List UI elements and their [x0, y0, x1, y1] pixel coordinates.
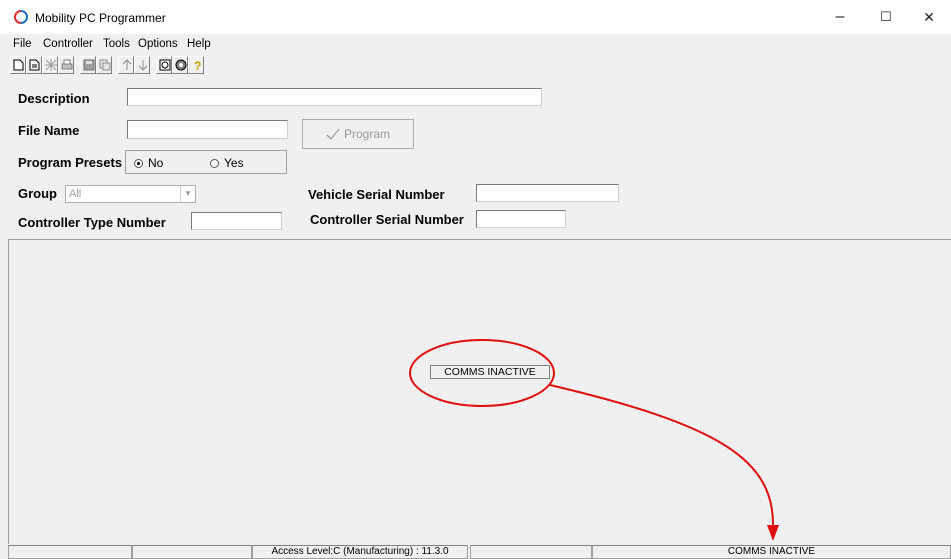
menu-file[interactable]: File [13, 38, 32, 50]
status-comms: COMMS INACTIVE [592, 545, 951, 559]
vehicle-serial-label: Vehicle Serial Number [308, 187, 445, 202]
help-button[interactable]: ? [188, 56, 204, 74]
main-panel [8, 239, 951, 544]
close-button[interactable]: ✕ [907, 0, 951, 34]
controller-type-input[interactable] [191, 212, 282, 230]
window-title: Mobility PC Programmer [35, 11, 166, 25]
status-cell-2 [132, 545, 252, 559]
description-label: Description [18, 91, 90, 106]
save-button[interactable] [80, 56, 96, 74]
title-bar: Mobility PC Programmer – ☐ ✕ [0, 0, 951, 34]
presets-yes-radio[interactable]: Yes [210, 156, 244, 170]
group-label: Group [18, 186, 57, 201]
app-logo-icon [14, 10, 28, 24]
filename-label: File Name [18, 123, 80, 138]
presets-group: No Yes [125, 150, 287, 174]
open-file-icon [29, 59, 40, 71]
erase-icon [45, 59, 57, 71]
menu-tools[interactable]: Tools [103, 38, 130, 50]
filename-input[interactable] [127, 120, 288, 139]
controller-serial-input[interactable] [476, 210, 566, 228]
controller-serial-label: Controller Serial Number [310, 212, 464, 227]
new-file-button[interactable] [10, 56, 26, 74]
program-button-label: Program [343, 127, 390, 141]
radio-unselected-icon [210, 158, 219, 168]
print-button[interactable] [58, 56, 74, 74]
comms-status-indicator: COMMS INACTIVE [430, 365, 550, 379]
settings-icon [159, 59, 171, 71]
menu-options[interactable]: Options [138, 38, 178, 50]
program-button[interactable]: Program [302, 119, 414, 149]
status-access-level: Access Level:C (Manufacturing) : 11.3.0 [252, 545, 468, 559]
erase-button[interactable] [42, 56, 58, 74]
download-icon [138, 60, 148, 71]
minimize-icon: – [835, 8, 845, 25]
group-select[interactable]: All ▼ [65, 185, 196, 203]
minimize-button[interactable]: – [818, 0, 862, 34]
download-button[interactable] [134, 56, 150, 74]
upload-icon [122, 59, 132, 70]
help-icon: ? [191, 59, 203, 71]
controller-type-label: Controller Type Number [18, 215, 166, 230]
new-file-icon [13, 59, 24, 71]
maximize-icon: ☐ [880, 9, 892, 24]
open-file-button[interactable] [26, 56, 42, 74]
checkmark-icon [326, 128, 340, 140]
description-input[interactable] [127, 88, 542, 106]
menu-help[interactable]: Help [187, 38, 211, 50]
upload-button[interactable] [118, 56, 134, 74]
presets-label: Program Presets [18, 155, 123, 170]
svg-text:?: ? [194, 59, 201, 71]
radio-selected-icon [134, 158, 143, 168]
chevron-down-icon: ▼ [180, 186, 195, 202]
status-cell-4 [470, 545, 592, 559]
group-value: All [69, 188, 82, 200]
settings-button[interactable] [156, 56, 172, 74]
close-icon: ✕ [923, 8, 935, 25]
print-icon [61, 59, 73, 70]
maximize-button[interactable]: ☐ [864, 0, 908, 34]
presets-no-radio[interactable]: No [134, 156, 163, 170]
connect-icon [175, 59, 187, 71]
save-as-icon [99, 59, 111, 71]
connect-button[interactable] [172, 56, 188, 74]
save-as-button[interactable] [96, 56, 112, 74]
status-cell-1 [8, 545, 132, 559]
vehicle-serial-input[interactable] [476, 184, 619, 202]
save-icon [83, 59, 95, 71]
menu-controller[interactable]: Controller [43, 38, 93, 50]
status-bar: Access Level:C (Manufacturing) : 11.3.0 … [0, 545, 951, 559]
